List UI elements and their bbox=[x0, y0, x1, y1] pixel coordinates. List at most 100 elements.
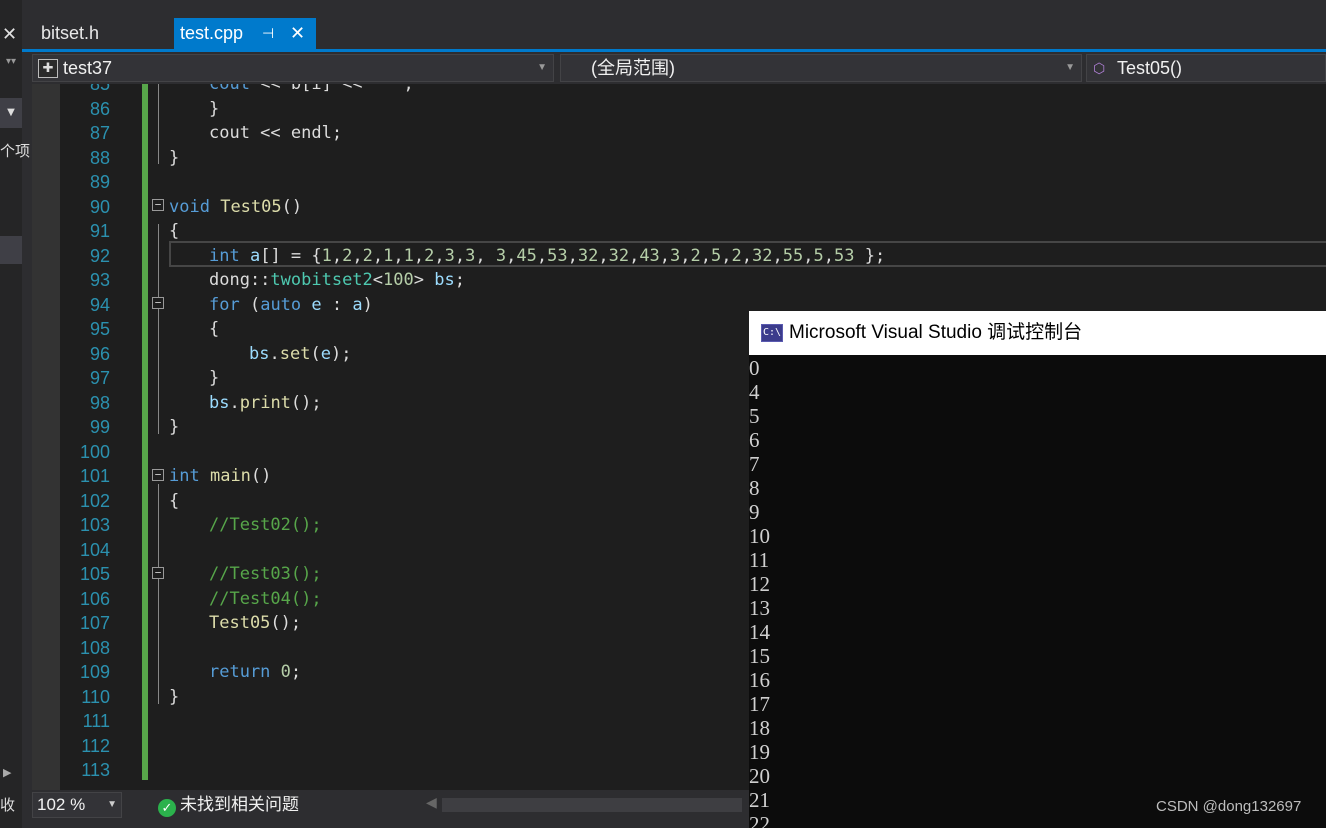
code-text: int main() bbox=[169, 466, 272, 486]
code-text: //Test04(); bbox=[209, 588, 322, 609]
line-number: 87 bbox=[89, 123, 110, 143]
console-line: 13 bbox=[749, 596, 770, 620]
line-number: 88 bbox=[89, 147, 110, 168]
panel-text-fragment-bottom: 收 bbox=[0, 796, 16, 814]
line-number: 102 bbox=[79, 490, 110, 511]
panel-text-fragment: 个项 bbox=[0, 142, 31, 160]
console-line: 19 bbox=[749, 740, 770, 764]
console-output: 0 4 5 6 7 8 9 10 11 12 13 14 15 16 17 18… bbox=[749, 356, 1326, 828]
code-text: cout << endl; bbox=[209, 123, 343, 143]
code-text: } bbox=[209, 368, 220, 388]
scroll-right-icon[interactable]: ▶ bbox=[3, 766, 11, 779]
issues-text: 未找到相关问题 bbox=[180, 795, 299, 814]
code-text: } bbox=[169, 147, 180, 168]
line-number: 100 bbox=[79, 441, 110, 462]
code-line-90: 90 void Test05() bbox=[32, 195, 1326, 220]
line-number: 106 bbox=[79, 588, 110, 609]
tab-test-cpp[interactable]: test.cpp ⊣ ✕ bbox=[174, 18, 316, 49]
console-line: 8 bbox=[749, 476, 760, 500]
code-line-85: 85 cout << b[i] << " "; bbox=[32, 84, 1326, 97]
close-icon[interactable]: ✕ bbox=[2, 24, 17, 45]
code-line-88: 88} bbox=[32, 146, 1326, 171]
console-line: 12 bbox=[749, 572, 770, 596]
console-line: 20 bbox=[749, 764, 770, 788]
code-line-92: 92 int a[] = {1,2,2,1,1,2,3,3, 3,45,53,32… bbox=[32, 244, 1326, 269]
tab-label: test.cpp bbox=[180, 23, 244, 43]
code-line-86: 86} bbox=[32, 97, 1326, 122]
code-text: //Test02(); bbox=[209, 515, 322, 535]
console-line: 4 bbox=[749, 380, 760, 404]
dropdown-toggle[interactable]: ▼ bbox=[0, 98, 22, 128]
close-tab-icon[interactable]: ✕ bbox=[290, 18, 305, 49]
horizontal-scrollbar[interactable] bbox=[442, 798, 742, 812]
tab-underline bbox=[22, 49, 1326, 52]
line-number: 109 bbox=[79, 662, 110, 682]
console-line: 9 bbox=[749, 500, 760, 524]
method-cube-icon: ⬡ bbox=[1093, 60, 1106, 76]
line-number: 104 bbox=[79, 539, 110, 560]
code-text: dong::twobitset2<100> bs; bbox=[209, 270, 465, 290]
chevron-down-icon: ▼ bbox=[1065, 62, 1075, 73]
line-number: 86 bbox=[89, 98, 110, 119]
code-text: //Test03(); bbox=[209, 564, 322, 584]
console-line: 15 bbox=[749, 644, 770, 668]
console-line: 17 bbox=[749, 692, 770, 716]
issues-indicator[interactable]: ✓ 未找到相关问题 bbox=[158, 792, 299, 818]
console-title-bar[interactable]: C:\ Microsoft Visual Studio 调试控制台 bbox=[749, 311, 1326, 355]
chevron-down-icon: ▼ bbox=[107, 799, 117, 810]
code-text: } bbox=[169, 686, 180, 707]
line-number: 111 bbox=[82, 711, 110, 731]
line-number: 98 bbox=[89, 392, 110, 413]
console-app-icon: C:\ bbox=[761, 324, 783, 342]
pin-icon[interactable]: ▾▾ bbox=[6, 56, 16, 67]
line-number: 112 bbox=[81, 735, 110, 756]
console-line: 6 bbox=[749, 428, 760, 452]
line-number: 92 bbox=[89, 245, 110, 266]
code-text: { bbox=[169, 490, 180, 511]
line-number: 90 bbox=[89, 196, 110, 217]
code-text: { bbox=[209, 319, 220, 339]
code-text: { bbox=[169, 221, 180, 241]
line-number: 107 bbox=[79, 613, 110, 633]
line-number: 93 bbox=[89, 270, 110, 290]
line-number: 95 bbox=[89, 319, 110, 339]
code-text: int a[] = {1,2,2,1,1,2,3,3, 3,45,53,32,3… bbox=[209, 245, 886, 266]
code-text: cout << b[i] << " "; bbox=[209, 84, 414, 94]
code-line-89: 89 bbox=[32, 170, 1326, 195]
zoom-dropdown[interactable]: 102 % ▼ bbox=[32, 792, 122, 818]
code-text: Test05(); bbox=[209, 613, 302, 633]
line-number: 110 bbox=[81, 686, 110, 707]
scroll-left-icon[interactable]: ◀ bbox=[426, 794, 437, 811]
code-text: bs.print(); bbox=[209, 392, 322, 413]
line-number: 99 bbox=[89, 417, 110, 437]
code-line-91: 91 { bbox=[32, 219, 1326, 244]
code-line-87: 87 cout << endl; bbox=[32, 121, 1326, 146]
tab-bitset-h[interactable]: bitset.h bbox=[34, 18, 184, 49]
pin-tab-icon[interactable]: ⊣ bbox=[262, 18, 274, 49]
navigation-bar: ✚ test37 ▼ (全局范围) ▼ ⬡ Test05() bbox=[32, 53, 1326, 83]
project-name: test37 bbox=[63, 58, 113, 78]
line-number: 94 bbox=[89, 294, 110, 315]
console-line: 18 bbox=[749, 716, 770, 740]
debug-console-window[interactable]: C:\ Microsoft Visual Studio 调试控制台 0 4 5 … bbox=[749, 311, 1326, 828]
line-number: 89 bbox=[89, 172, 110, 192]
line-number: 96 bbox=[89, 343, 110, 364]
code-line-93: 93 dong::twobitset2<100> bs; bbox=[32, 268, 1326, 293]
console-line: 11 bbox=[749, 548, 770, 572]
selected-tree-item[interactable] bbox=[0, 236, 22, 264]
code-text: } bbox=[169, 417, 180, 437]
tab-label: bitset.h bbox=[41, 23, 100, 43]
console-line: 0 bbox=[749, 356, 760, 380]
line-number: 91 bbox=[89, 221, 110, 241]
project-dropdown[interactable]: ✚ test37 ▼ bbox=[32, 54, 554, 82]
line-number: 97 bbox=[89, 368, 110, 388]
function-dropdown[interactable]: ⬡ Test05() bbox=[1086, 54, 1326, 82]
console-line: 16 bbox=[749, 668, 770, 692]
code-text: void Test05() bbox=[169, 196, 303, 217]
scope-name: (全局范围) bbox=[591, 58, 675, 78]
console-line: 10 bbox=[749, 524, 770, 548]
scope-dropdown[interactable]: (全局范围) ▼ bbox=[560, 54, 1082, 82]
function-name: Test05() bbox=[1117, 58, 1183, 78]
line-number: 85 bbox=[89, 84, 110, 94]
code-text: bs.set(e); bbox=[249, 343, 352, 364]
